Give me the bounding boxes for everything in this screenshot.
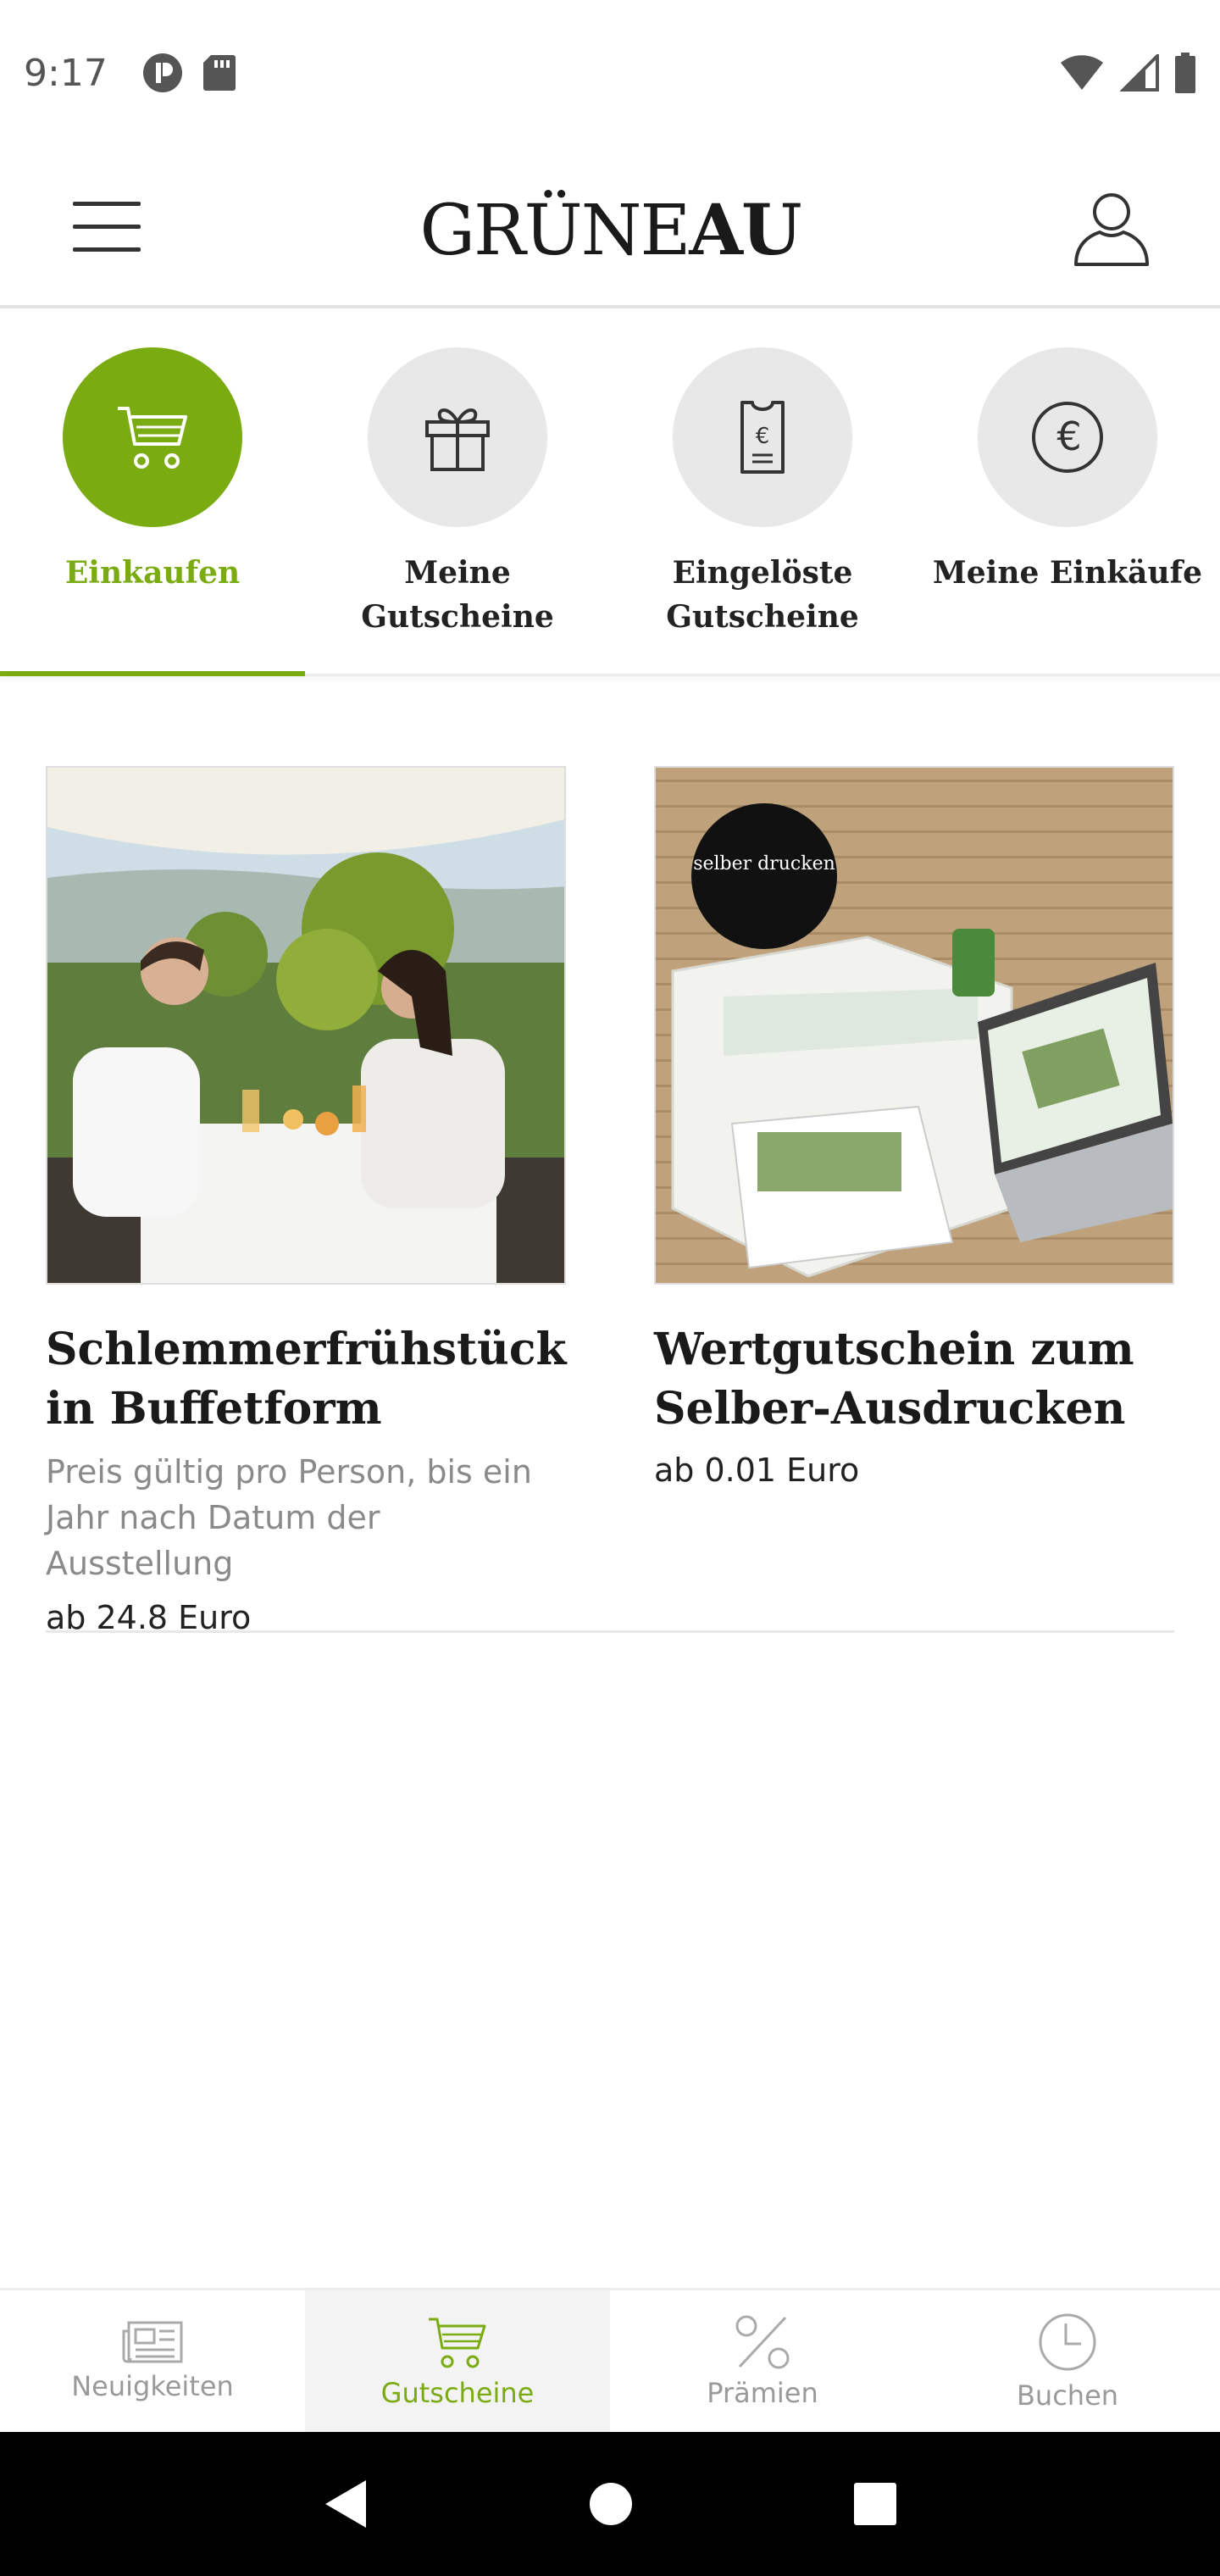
print-voucher-illustration: selber drucken <box>656 768 1173 1283</box>
category-tabs: Einkaufen Meine Gutscheine € Eingelöste … <box>0 312 1220 676</box>
nav-gutscheine-label: Gutscheine <box>380 2376 535 2409</box>
gift-icon <box>425 408 490 471</box>
status-icons-left <box>141 52 236 94</box>
tab-eingeloeste-gutscheine-label: Eingelöste Gutscheine <box>666 555 859 635</box>
svg-text:€: € <box>1056 414 1081 459</box>
status-time: 9:17 <box>24 51 108 95</box>
nav-buchen[interactable]: Buchen <box>915 2290 1220 2432</box>
app-notification-icon <box>142 53 182 92</box>
clock-icon <box>1039 2313 1096 2370</box>
cell-signal-icon <box>1120 54 1159 92</box>
tab-eingeloeste-gutscheine-circle: € <box>673 347 852 527</box>
bottom-navigation: Neuigkeiten Gutscheine Prämien Buchen <box>0 2288 1220 2432</box>
breakfast-couple-photo[interactable] <box>46 766 566 1285</box>
product-price: ab 0.01 Euro <box>654 1452 860 1489</box>
app-header: GRÜNEAU <box>0 146 1220 308</box>
tab-meine-einkaeufe[interactable]: € Meine Einkäufe <box>915 312 1220 674</box>
product-title: Wertgutschein zum Selber-Ausdrucken <box>654 1324 1134 1435</box>
status-icons-right <box>1059 53 1196 93</box>
back-icon[interactable] <box>322 2479 369 2529</box>
receipt-euro-icon: € <box>740 401 785 474</box>
tab-einkaufen-circle <box>63 347 242 527</box>
tab-meine-einkaeufe-label: Meine Einkäufe <box>932 555 1203 591</box>
wifi-icon <box>1061 55 1103 90</box>
euro-icon: € <box>1032 402 1103 473</box>
nav-praemien[interactable]: Prämien <box>610 2290 915 2432</box>
tab-einkaufen-label: Einkaufen <box>64 555 241 591</box>
product-description: Preis gültig pro Person, bis ein Jahr na… <box>46 1453 532 1582</box>
status-bar: 9:17 <box>0 0 1220 146</box>
product-grid: Schlemmerfrühstück in Buffetform Preis g… <box>46 766 1174 1641</box>
shopping-cart-icon <box>429 2318 486 2368</box>
brand-logo-light: GRÜNE <box>419 191 690 271</box>
svg-text:€: € <box>756 424 770 449</box>
nav-buchen-label: Buchen <box>1016 2379 1119 2412</box>
tab-meine-gutscheine[interactable]: Meine Gutscheine <box>305 312 610 674</box>
brand-logo: GRÜNEAU <box>0 190 1220 271</box>
nav-neuigkeiten-label: Neuigkeiten <box>71 2369 234 2402</box>
print-voucher-photo[interactable]: selber drucken <box>654 766 1174 1285</box>
nav-praemien-label: Prämien <box>707 2376 818 2409</box>
tab-eingeloeste-gutscheine[interactable]: € Eingelöste Gutscheine <box>610 312 915 674</box>
tab-meine-gutscheine-label: Meine Gutscheine <box>361 555 554 635</box>
sd-card-icon <box>202 55 236 91</box>
breakfast-couple-illustration <box>47 768 564 1283</box>
image-badge-text: selber drucken <box>693 853 835 874</box>
system-navigation-bar <box>0 2432 1220 2576</box>
newspaper-icon <box>122 2321 183 2362</box>
home-icon[interactable] <box>588 2481 634 2527</box>
nav-gutscheine[interactable]: Gutscheine <box>305 2290 610 2432</box>
user-profile-icon[interactable] <box>1071 186 1152 268</box>
product-title: Schlemmerfrühstück in Buffetform <box>46 1324 567 1435</box>
product-price: ab 24.8 Euro <box>46 1599 252 1636</box>
shopping-cart-icon <box>118 407 187 469</box>
brand-logo-bold: AU <box>689 190 801 271</box>
tab-meine-einkaeufe-circle: € <box>978 347 1157 527</box>
product-card[interactable]: Schlemmerfrühstück in Buffetform Preis g… <box>46 766 567 1641</box>
battery-icon <box>1175 53 1195 93</box>
recents-icon[interactable] <box>852 2481 898 2527</box>
tab-meine-gutscheine-circle <box>368 347 547 527</box>
active-tab-indicator <box>0 671 305 676</box>
products-divider <box>46 1630 1174 1633</box>
percent-icon <box>735 2315 790 2368</box>
tab-einkaufen[interactable]: Einkaufen <box>0 312 305 676</box>
nav-neuigkeiten[interactable]: Neuigkeiten <box>0 2290 305 2432</box>
product-card[interactable]: selber drucken Wertgutschein zum Selber-… <box>654 766 1174 1641</box>
